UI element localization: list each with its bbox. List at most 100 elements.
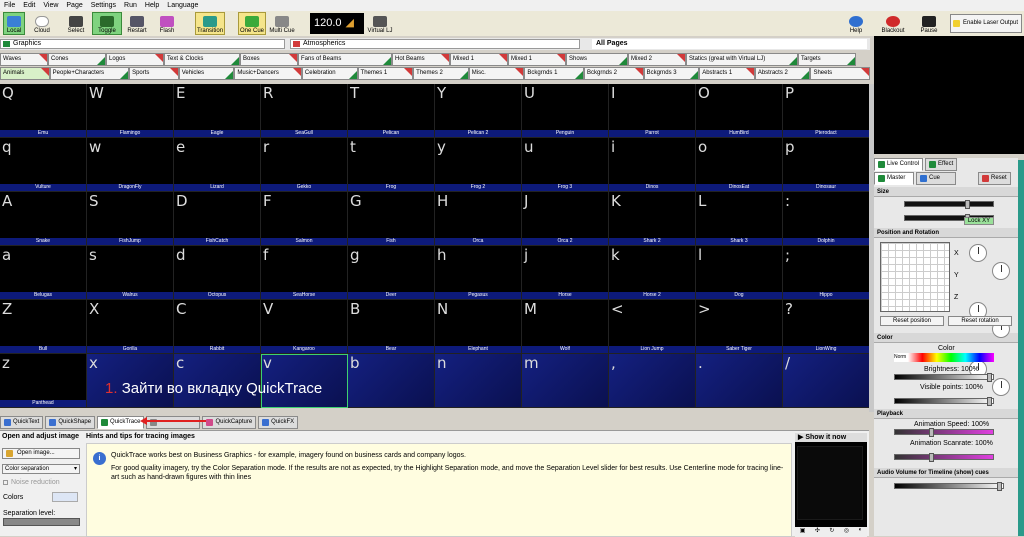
transition-button[interactable]: Transition	[195, 12, 225, 35]
category-tab[interactable]: Text & Clocks	[164, 53, 240, 66]
category-tab[interactable]: Abstracts 2	[754, 67, 811, 80]
cue-cell[interactable]: l Dog	[696, 246, 783, 300]
color-spectrum-slider[interactable]: Norm	[894, 353, 994, 362]
playback-section-header[interactable]: Playback	[874, 409, 1018, 419]
category-tab[interactable]: Sheets	[810, 67, 871, 80]
cue-cell[interactable]: M Wolf	[522, 300, 609, 354]
cue-cell[interactable]: j Horse	[522, 246, 609, 300]
cue-cell[interactable]: I Parrot	[609, 84, 696, 138]
cue-cell[interactable]: z Panthead	[0, 354, 87, 408]
cue-cell[interactable]: Y Pelican 2	[435, 84, 522, 138]
cue-cell[interactable]: K Shark 2	[609, 192, 696, 246]
tab-live-control[interactable]: Live Control	[874, 158, 924, 171]
cue-cell[interactable]: O HumBird	[696, 84, 783, 138]
category-tab[interactable]: Statics (great with Virtual LJ)	[686, 53, 798, 66]
cue-cell[interactable]: R SeaGull	[261, 84, 348, 138]
menu-file[interactable]: File	[0, 2, 19, 9]
tab-cue[interactable]: Cue	[916, 172, 956, 185]
cue-cell[interactable]: Q Emu	[0, 84, 87, 138]
cue-cell[interactable]: .	[696, 354, 783, 408]
category-tab[interactable]: Sports	[129, 67, 179, 80]
cue-cell[interactable]: J Orca 2	[522, 192, 609, 246]
brightness-slider[interactable]	[894, 373, 994, 382]
cue-cell[interactable]: L Shark 3	[696, 192, 783, 246]
menu-help[interactable]: Help	[141, 2, 163, 9]
tab-hidden[interactable]	[146, 416, 201, 429]
cue-cell[interactable]: p Dinosaur	[783, 138, 870, 192]
audio-volume-slider[interactable]	[894, 482, 1004, 491]
category-tab[interactable]: Abstracts 1	[699, 67, 755, 80]
category-tab[interactable]: Bckgrnds 2	[584, 67, 644, 80]
cue-cell[interactable]: f SeaHorse	[261, 246, 348, 300]
pause-button[interactable]: Pause	[914, 12, 944, 35]
cue-cell[interactable]: t Frog	[348, 138, 435, 192]
lock-xy-toggle[interactable]: Lock XY	[964, 217, 994, 225]
cue-cell[interactable]: D FishCatch	[174, 192, 261, 246]
cue-cell[interactable]: ,	[609, 354, 696, 408]
cue-cell[interactable]: q Vulture	[0, 138, 87, 192]
cue-cell[interactable]: b	[348, 354, 435, 408]
separation-level-slider[interactable]	[3, 518, 80, 526]
restart-button[interactable]: Restart	[124, 12, 150, 35]
cue-cell[interactable]: ? LionWing	[783, 300, 870, 354]
blackout-button[interactable]: Blackout	[878, 12, 908, 35]
animation-speed-slider[interactable]	[894, 428, 994, 437]
category-tab[interactable]: Themes 2	[413, 67, 469, 80]
cue-cell[interactable]: E Eagle	[174, 84, 261, 138]
category-tab[interactable]: Logos	[106, 53, 164, 66]
all-pages-tab[interactable]: All Pages	[592, 39, 867, 49]
category-tab[interactable]: People+Characters	[49, 67, 130, 80]
category-tab[interactable]: Targets	[798, 53, 856, 66]
animation-scanrate-slider[interactable]	[894, 453, 994, 462]
cue-cell[interactable]: h Pegasus	[435, 246, 522, 300]
menu-page[interactable]: Page	[62, 2, 86, 9]
audio-volume-header[interactable]: Audio Volume for Timeline (show) cues	[874, 468, 1018, 478]
menu-view[interactable]: View	[39, 2, 62, 9]
cue-cell[interactable]: T Pelican	[348, 84, 435, 138]
category-tab[interactable]: Music+Dancers	[234, 67, 302, 80]
show-it-now-button[interactable]: ▶ Show it now	[795, 433, 867, 442]
cue-cell[interactable]: o DinosEat	[696, 138, 783, 192]
cue-cell[interactable]: > Saber Tiger	[696, 300, 783, 354]
tab-quickshape[interactable]: QuickShape	[45, 416, 96, 429]
cue-cell[interactable]: : Dolphin	[783, 192, 870, 246]
category-tab[interactable]: Misc.	[468, 67, 525, 80]
select-button[interactable]: Select	[64, 12, 88, 35]
category-tab[interactable]: Shows	[566, 53, 628, 66]
tab-master[interactable]: Master	[874, 172, 914, 185]
cue-cell[interactable]: V Kangaroo	[261, 300, 348, 354]
cue-cell[interactable]: < Lion Jump	[609, 300, 696, 354]
category-tab[interactable]: Vehicles	[178, 67, 235, 80]
cue-cell[interactable]: d Octopus	[174, 246, 261, 300]
trace-mode-select[interactable]: Color separation ▾	[2, 464, 80, 474]
tab-quickcapture[interactable]: QuickCapture	[202, 416, 257, 429]
cue-cell[interactable]: N Elephant	[435, 300, 522, 354]
cue-cell[interactable]: G Fish	[348, 192, 435, 246]
cue-cell[interactable]: y Frog 2	[435, 138, 522, 192]
cue-cell[interactable]: m	[522, 354, 609, 408]
category-tab[interactable]: Animals	[0, 67, 50, 80]
category-tab[interactable]: Bckgrnds 1	[524, 67, 584, 80]
rotation-x-dial[interactable]	[969, 244, 987, 262]
cue-cell[interactable]: W Flamingo	[87, 84, 174, 138]
menu-run[interactable]: Run	[120, 2, 141, 9]
category-tab[interactable]: Waves	[0, 53, 48, 66]
cloud-button[interactable]: Cloud	[30, 12, 54, 35]
flash-button[interactable]: Flash	[154, 12, 180, 35]
category-tab[interactable]: Cones	[48, 53, 106, 66]
cue-cell[interactable]: /	[783, 354, 870, 408]
position-pad[interactable]	[880, 242, 950, 312]
multi-cue-button[interactable]: Multi Cue	[268, 12, 296, 35]
size-section-header[interactable]: Size	[874, 187, 1018, 197]
cue-cell[interactable]: g Deer	[348, 246, 435, 300]
cue-cell[interactable]: ; Hippo	[783, 246, 870, 300]
cue-cell[interactable]: u Frog 3	[522, 138, 609, 192]
one-cue-button[interactable]: One Cue	[238, 12, 266, 35]
cue-cell[interactable]: B Bear	[348, 300, 435, 354]
tab-quicktrace[interactable]: QuickTrace	[97, 416, 145, 429]
visible-points-slider[interactable]	[894, 397, 994, 406]
category-tab[interactable]: Themes 1	[357, 67, 414, 80]
open-image-button[interactable]: Open image...	[2, 448, 80, 459]
reset-button[interactable]: Reset	[978, 172, 1011, 185]
graphics-page-tab[interactable]: Graphics	[0, 39, 285, 49]
